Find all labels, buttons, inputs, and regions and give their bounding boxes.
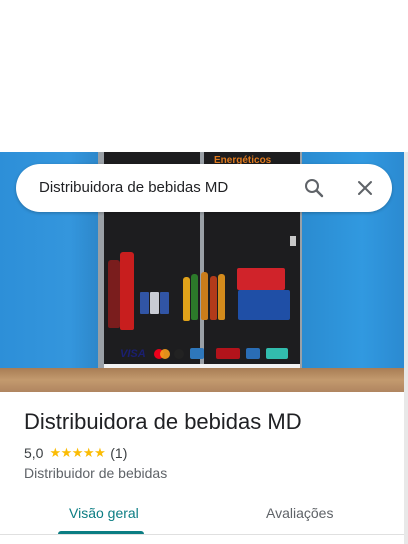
- beer-pack: [237, 268, 285, 290]
- payment-logos: VISA: [116, 346, 296, 362]
- soda-bottle: [108, 260, 120, 328]
- rating-value: 5,0: [24, 445, 44, 461]
- energy-can: [150, 292, 159, 314]
- door-handle: [290, 236, 296, 246]
- star-rating-icon: ★★★★★: [49, 445, 106, 460]
- beer-pack: [238, 290, 290, 320]
- scrollbar[interactable]: [404, 152, 408, 544]
- energy-can: [140, 292, 149, 314]
- search-input[interactable]: Distribuidora de bebidas MD: [39, 179, 228, 196]
- soda-bottle: [120, 252, 134, 330]
- hipercard-logo: [216, 348, 240, 359]
- beer-bottle: [191, 274, 198, 320]
- close-icon[interactable]: [353, 176, 377, 200]
- sidewalk: [0, 368, 404, 392]
- visa-logo: VISA: [120, 348, 146, 360]
- beer-bottle: [201, 272, 208, 320]
- tab-reviews[interactable]: Avaliações: [266, 505, 333, 521]
- beer-bottle: [183, 277, 190, 321]
- search-icon[interactable]: [302, 176, 326, 200]
- amex-logo: [190, 348, 204, 359]
- mastercard-logo: [160, 349, 170, 359]
- energy-can: [160, 292, 169, 314]
- beer-bottle: [218, 274, 225, 320]
- rating-row: 5,0 ★★★★★ (1): [24, 444, 127, 462]
- beer-bottle: [210, 276, 217, 320]
- review-count[interactable]: (1): [110, 445, 127, 461]
- place-title: Distribuidora de bebidas MD: [24, 409, 302, 434]
- diners-logo: [174, 349, 184, 359]
- search-bar[interactable]: Distribuidora de bebidas MD: [16, 164, 392, 212]
- pix-logo: [266, 348, 288, 359]
- tab-overview[interactable]: Visão geral: [69, 505, 139, 521]
- place-category[interactable]: Distribuidor de bebidas: [24, 465, 167, 481]
- banescard-logo: [246, 348, 260, 359]
- tab-divider: [0, 534, 404, 535]
